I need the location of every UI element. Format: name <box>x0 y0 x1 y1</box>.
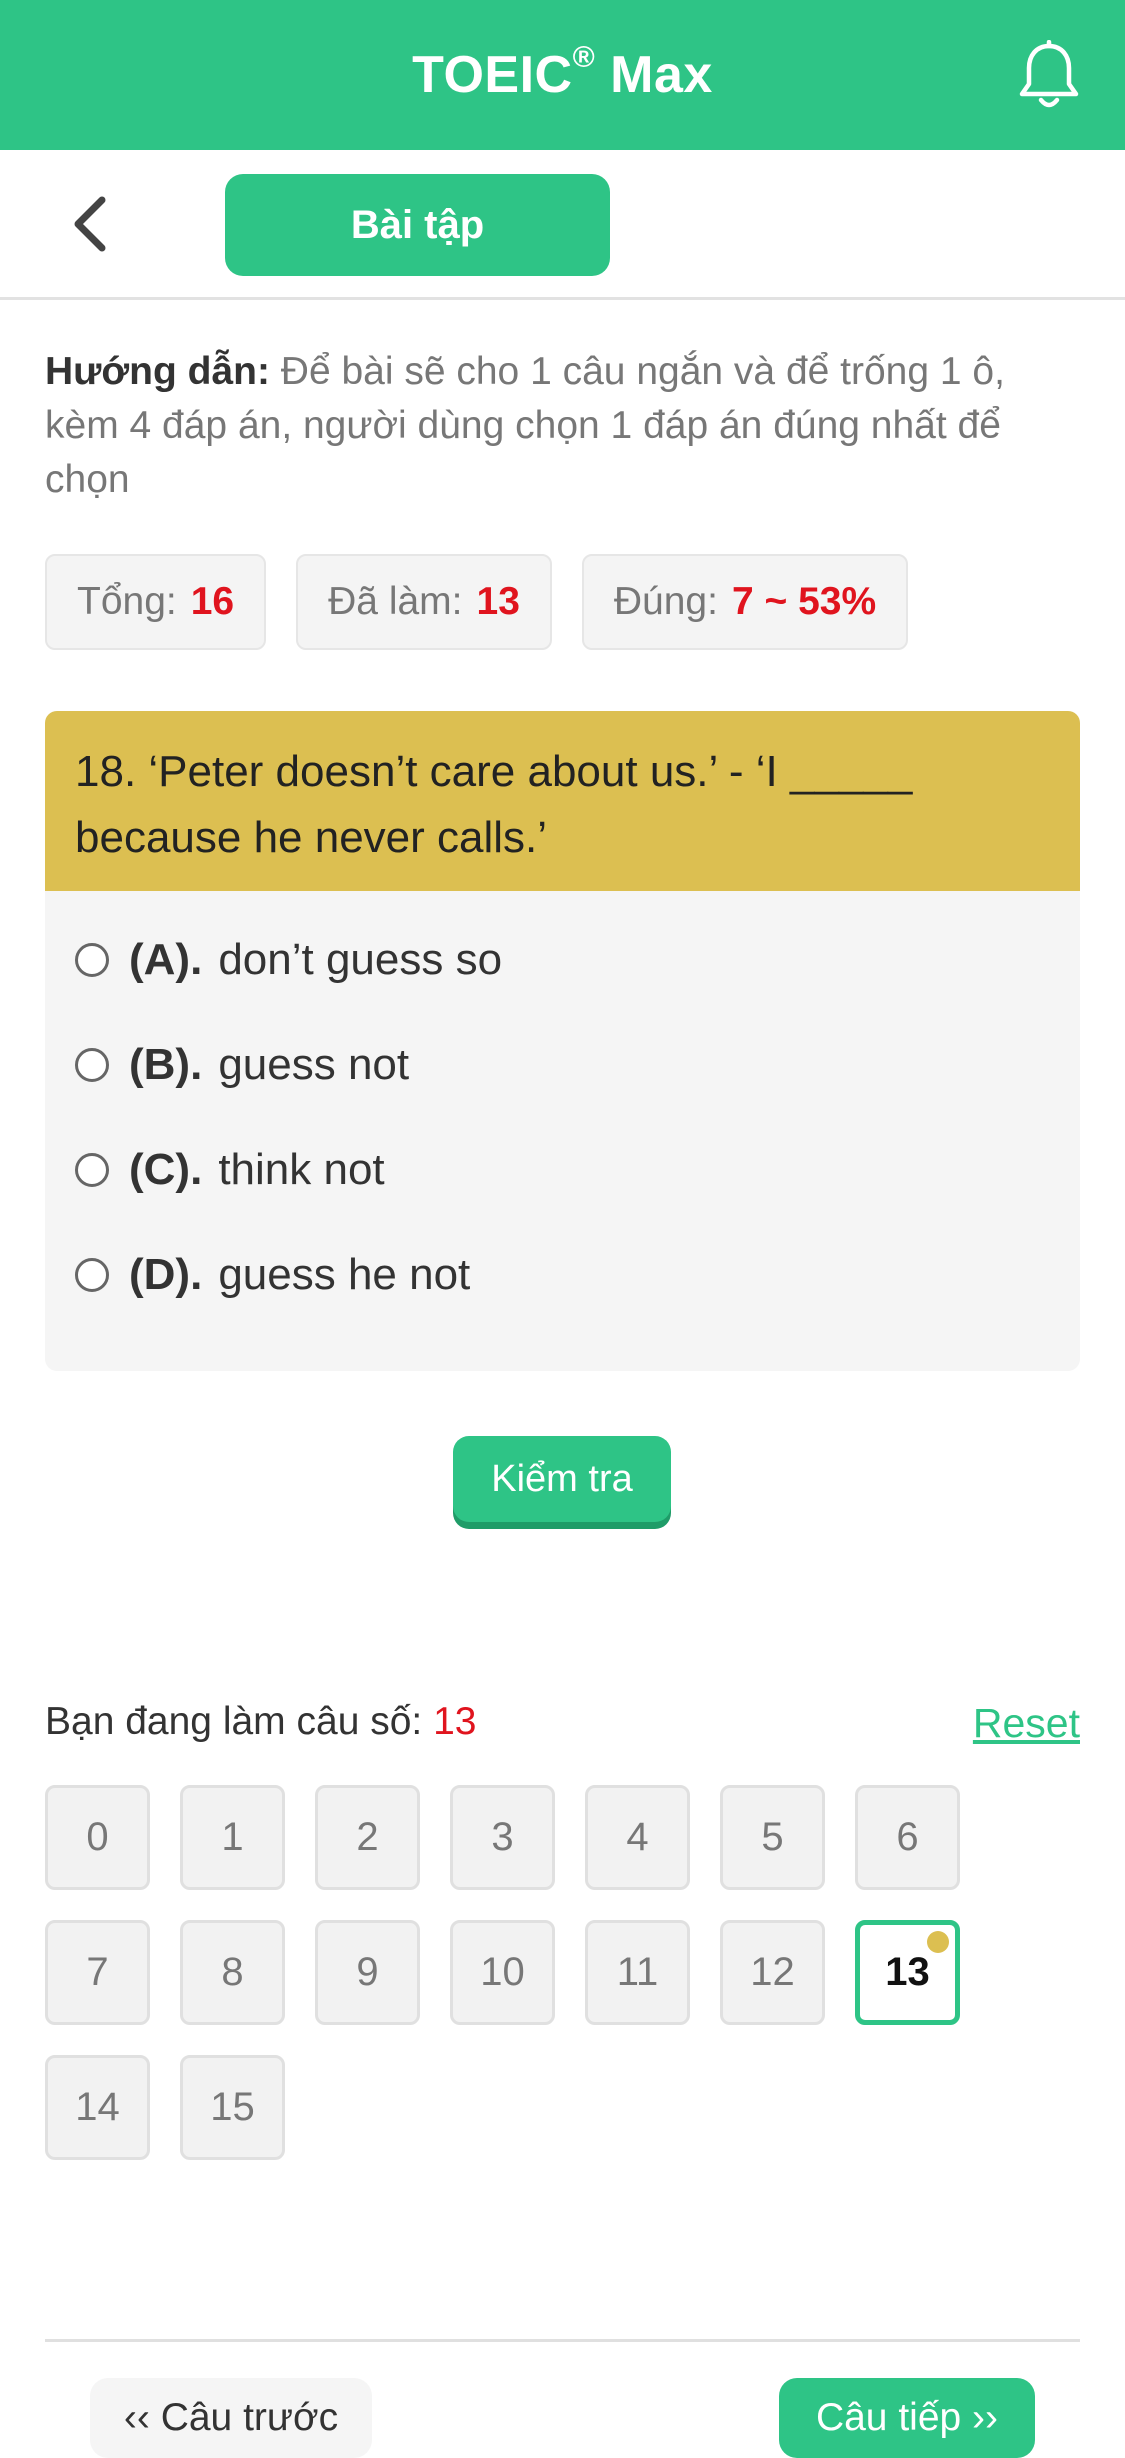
option-b[interactable]: (B). guess not <box>75 1012 1050 1117</box>
stat-total: Tổng: 16 <box>45 554 267 650</box>
question-cell-14[interactable]: 14 <box>45 2055 150 2160</box>
stat-total-label: Tổng: <box>77 580 177 623</box>
check-button[interactable]: Kiểm tra <box>453 1436 671 1522</box>
notification-button[interactable] <box>1011 36 1087 116</box>
question-cell-6[interactable]: 6 <box>855 1785 960 1890</box>
current-question-number: 13 <box>433 1700 477 1743</box>
question-cell-10[interactable]: 10 <box>450 1920 555 2025</box>
option-text: don’t guess so <box>218 934 503 984</box>
reset-link[interactable]: Reset <box>973 1700 1080 1747</box>
stat-correct-label: Đúng: <box>613 580 718 623</box>
option-letter: (B). <box>129 1039 203 1089</box>
back-button[interactable] <box>60 192 120 256</box>
question-cell-8[interactable]: 8 <box>180 1920 285 2025</box>
bell-icon <box>1019 40 1079 108</box>
question-cell-9[interactable]: 9 <box>315 1920 420 2025</box>
previous-question-button[interactable]: ‹‹ Câu trước <box>90 2378 372 2458</box>
stat-total-value: 16 <box>190 580 235 623</box>
app-title: TOEIC® Max <box>412 41 713 105</box>
option-c[interactable]: (C). think not <box>75 1117 1050 1222</box>
option-letter: (D). <box>129 1249 203 1299</box>
instructions-label: Hướng dẫn: <box>45 350 270 393</box>
question-cell-5[interactable]: 5 <box>720 1785 825 1890</box>
question-card: 18. ‘Peter doesn’t care about us.’ - ‘I … <box>45 711 1080 1371</box>
answer-options: (A). don’t guess so (B). guess not (C). … <box>45 891 1080 1327</box>
radio-button[interactable] <box>75 942 109 977</box>
current-marker-dot <box>927 1931 949 1953</box>
stat-done-label: Đã làm: <box>328 580 463 623</box>
question-cell-7[interactable]: 7 <box>45 1920 150 2025</box>
question-cell-11[interactable]: 11 <box>585 1920 690 2025</box>
option-letter: (A). <box>129 934 203 984</box>
question-cell-12[interactable]: 12 <box>720 1920 825 2025</box>
radio-button[interactable] <box>75 1047 109 1082</box>
tab-exercise[interactable]: Bài tập <box>225 174 610 276</box>
question-cell-13-current[interactable]: 13 <box>855 1920 960 2025</box>
question-cell-3[interactable]: 3 <box>450 1785 555 1890</box>
stats-bar: Tổng: 16 Đã làm: 13 Đúng: 7 ~ 53% <box>45 554 909 650</box>
footer-divider <box>45 2339 1080 2342</box>
stat-correct-value: 7 ~ 53% <box>731 580 877 623</box>
radio-button[interactable] <box>75 1152 109 1187</box>
stat-done-value: 13 <box>476 580 520 623</box>
question-cell-1[interactable]: 1 <box>180 1785 285 1890</box>
chevron-left-icon <box>74 196 106 252</box>
registered-mark: ® <box>572 41 596 74</box>
app-title-main: TOEIC <box>412 46 573 104</box>
question-cell-0[interactable]: 0 <box>45 1785 150 1890</box>
option-text: guess not <box>218 1039 410 1089</box>
question-text: 18. ‘Peter doesn’t care about us.’ - ‘I … <box>45 711 1080 891</box>
stat-correct: Đúng: 7 ~ 53% <box>581 554 909 650</box>
question-cell-2[interactable]: 2 <box>315 1785 420 1890</box>
option-letter: (C). <box>129 1144 203 1194</box>
current-question-label: Bạn đang làm câu số: <box>45 1700 423 1743</box>
option-a[interactable]: (A). don’t guess so <box>75 907 1050 1012</box>
app-header: TOEIC® Max <box>0 0 1125 150</box>
option-d[interactable]: (D). guess he not <box>75 1222 1050 1327</box>
current-question-indicator: Bạn đang làm câu số: 13 <box>45 1700 476 1744</box>
radio-button[interactable] <box>75 1257 109 1292</box>
stat-done: Đã làm: 13 <box>296 554 552 650</box>
question-grid: 0 1 2 3 4 5 6 7 8 9 10 11 12 13 14 15 <box>45 1785 1005 2160</box>
option-text: think not <box>218 1144 385 1194</box>
instructions: Hướng dẫn: Để bài sẽ cho 1 câu ngắn và đ… <box>45 345 1085 507</box>
question-cell-15[interactable]: 15 <box>180 2055 285 2160</box>
sub-header: Bài tập <box>0 150 1125 300</box>
question-cell-4[interactable]: 4 <box>585 1785 690 1890</box>
next-question-button[interactable]: Câu tiếp ›› <box>779 2378 1035 2458</box>
question-cell-13-label: 13 <box>885 1950 930 1994</box>
option-text: guess he not <box>218 1249 471 1299</box>
app-title-suffix: Max <box>595 46 713 104</box>
